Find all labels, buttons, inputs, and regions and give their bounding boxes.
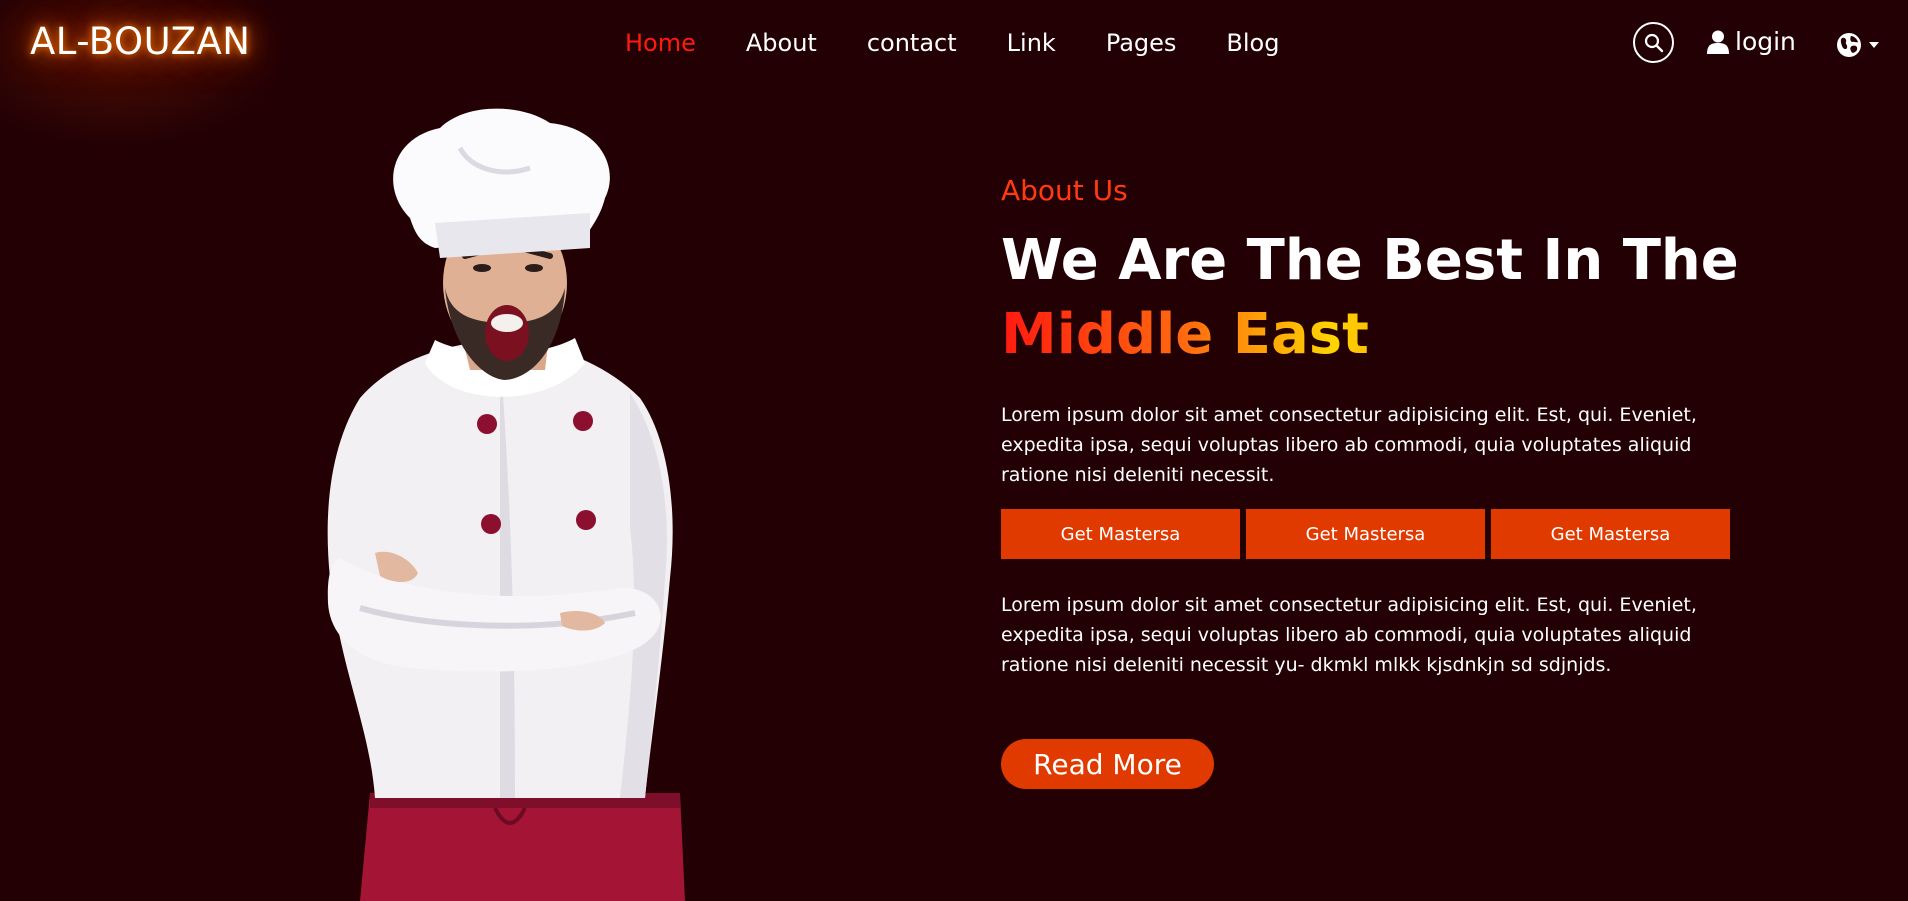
page: AL-BOUZAN Home About contact Link Pages … [0,0,1908,901]
hero-paragraph-1: Lorem ipsum dolor sit amet consectetur a… [1001,404,1697,486]
language-selector[interactable] [1836,32,1880,58]
hero-paragraph-2: Lorem ipsum dolor sit amet consectetur a… [1001,594,1697,676]
nav-item-blog[interactable]: Blog [1226,29,1279,57]
get-mastersa-button-2[interactable]: Get Mastersa [1246,509,1485,559]
main-nav: Home About contact Link Pages Blog [625,29,1329,57]
login-link[interactable]: login [1707,27,1796,56]
section-eyebrow: About Us [1001,174,1128,207]
caret-down-icon [1869,42,1879,48]
nav-item-home[interactable]: Home [625,29,696,57]
login-label: login [1735,27,1796,56]
nav-item-about[interactable]: About [746,29,817,57]
user-icon [1707,30,1729,54]
button-row: Get Mastersa Get Mastersa Get Mastersa [1001,509,1730,559]
hero-headline-line1: We Are The Best In The [1001,228,1739,293]
nav-item-pages[interactable]: Pages [1106,29,1177,57]
search-button[interactable] [1633,22,1674,63]
nav-item-contact[interactable]: contact [867,29,957,57]
read-more-button[interactable]: Read More [1001,739,1214,789]
hero-headline: We Are The Best In The Middle East [1001,224,1739,372]
get-mastersa-button-3[interactable]: Get Mastersa [1491,509,1730,559]
get-mastersa-button-1[interactable]: Get Mastersa [1001,509,1240,559]
globe-icon [1837,33,1861,57]
search-icon [1644,33,1664,53]
nav-item-link[interactable]: Link [1007,29,1056,57]
brand-logo[interactable]: AL-BOUZAN [30,20,250,63]
chef-image [327,108,685,901]
hero-headline-line2: Middle East [1001,298,1739,372]
